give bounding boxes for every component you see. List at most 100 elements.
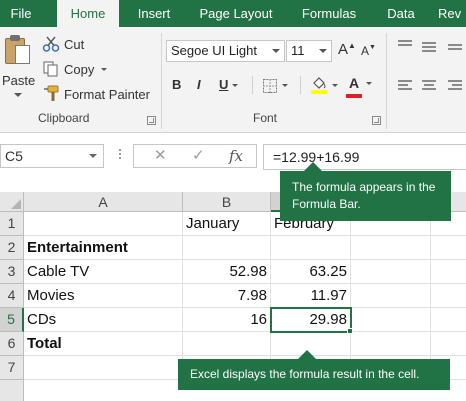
scissors-icon: [42, 36, 60, 52]
paste-icon: [3, 34, 31, 68]
cell-c4[interactable]: 11.97: [271, 284, 351, 308]
tab-page-layout[interactable]: Page Layout: [192, 0, 280, 27]
formula-bar-callout: The formula appears in the Formula Bar.: [280, 171, 451, 221]
row-header[interactable]: 2: [0, 236, 24, 260]
cell-a7[interactable]: [24, 356, 183, 380]
cell-a5[interactable]: CDs: [24, 308, 183, 332]
borders-button[interactable]: [262, 77, 288, 95]
font-color-button[interactable]: A: [346, 75, 372, 98]
cut-button[interactable]: Cut: [42, 33, 84, 55]
tab-file[interactable]: File: [0, 0, 42, 27]
row-header[interactable]: [0, 380, 24, 401]
cell-a1[interactable]: [24, 212, 183, 236]
cell-a2[interactable]: Entertainment: [24, 236, 183, 260]
ribbon-home: Paste Cut Copy Format Painter Clipboard …: [0, 27, 466, 133]
select-all-button[interactable]: [0, 192, 24, 212]
copy-button[interactable]: Copy: [42, 58, 108, 80]
grow-font-icon: A: [338, 41, 349, 58]
cell-c2[interactable]: [271, 236, 351, 260]
copy-dropdown-icon[interactable]: [101, 67, 108, 71]
chevron-down-icon: [89, 154, 97, 158]
fill-color-dropdown-icon[interactable]: [332, 83, 338, 87]
cell-d6[interactable]: [351, 332, 431, 356]
clipboard-launcher-icon[interactable]: [147, 116, 156, 125]
font-color-dropdown-icon[interactable]: [366, 82, 372, 86]
font-size-value: 11: [291, 43, 305, 58]
cell-result-callout: Excel displays the formula result in the…: [178, 359, 450, 390]
tab-review[interactable]: Rev: [438, 0, 466, 27]
underline-dropdown-icon[interactable]: [232, 84, 239, 88]
fill-color-button[interactable]: [310, 75, 338, 95]
cell-a3[interactable]: Cable TV: [24, 260, 183, 284]
formula-input[interactable]: =12.99+16.99: [263, 144, 466, 170]
cell-d2[interactable]: [351, 236, 431, 260]
toolbar-divider: [252, 76, 253, 94]
paste-dropdown-icon: [14, 93, 22, 97]
italic-button[interactable]: I: [197, 77, 201, 92]
cell-b5[interactable]: 16: [183, 308, 271, 332]
cell-e2[interactable]: [431, 236, 466, 260]
cell-b2[interactable]: [183, 236, 271, 260]
row-header[interactable]: 1: [0, 212, 24, 236]
font-name-combo[interactable]: Segoe UI Light: [166, 40, 285, 62]
copy-label: Copy: [64, 61, 95, 77]
chevron-down-icon: [272, 49, 280, 53]
fill-handle[interactable]: [347, 328, 353, 334]
column-header-a[interactable]: A: [24, 192, 183, 212]
cell-a4[interactable]: Movies: [24, 284, 183, 308]
paste-label: Paste: [2, 73, 36, 88]
underline-button[interactable]: U: [219, 77, 239, 92]
cell-a6[interactable]: Total: [24, 332, 183, 356]
row-header[interactable]: 7: [0, 356, 24, 380]
tab-formulas[interactable]: Formulas: [294, 0, 364, 27]
name-box[interactable]: C5: [0, 144, 104, 168]
cell-b1[interactable]: January: [183, 212, 271, 236]
cell-c3[interactable]: 63.25: [271, 260, 351, 284]
callout-pointer: [304, 162, 322, 171]
format-painter-label: Format Painter: [64, 86, 150, 102]
borders-icon: [263, 78, 277, 93]
cancel-icon[interactable]: ✕: [154, 146, 167, 164]
cell-b4[interactable]: 7.98: [183, 284, 271, 308]
name-box-value: C5: [5, 148, 23, 164]
grow-font-button[interactable]: A▲: [338, 41, 356, 58]
borders-dropdown-icon[interactable]: [282, 84, 288, 88]
paste-button[interactable]: Paste: [0, 27, 38, 99]
cell-b6[interactable]: [183, 332, 271, 356]
row-header[interactable]: 5: [0, 308, 24, 332]
cell-e3[interactable]: [431, 260, 466, 284]
copy-icon: [43, 61, 58, 77]
cell-e4[interactable]: [431, 284, 466, 308]
chevron-down-icon: [319, 49, 327, 53]
row-header[interactable]: 6: [0, 332, 24, 356]
font-color-swatch: [346, 94, 362, 98]
row-header[interactable]: 4: [0, 284, 24, 308]
group-divider: [386, 33, 387, 129]
tab-insert[interactable]: Insert: [128, 0, 180, 27]
cell-b3[interactable]: 52.98: [183, 260, 271, 284]
cell-e6[interactable]: [431, 332, 466, 356]
font-color-icon: A: [348, 75, 360, 91]
shrink-font-button[interactable]: A▼: [361, 44, 376, 58]
row-header[interactable]: 3: [0, 260, 24, 284]
font-launcher-icon[interactable]: [372, 116, 381, 125]
tab-data[interactable]: Data: [378, 0, 424, 27]
font-size-combo[interactable]: 11: [286, 40, 332, 62]
paint-bucket-icon: [311, 77, 327, 94]
cell-d3[interactable]: [351, 260, 431, 284]
bold-button[interactable]: B: [172, 77, 181, 92]
enter-icon[interactable]: ✓: [192, 146, 205, 164]
group-divider: [161, 33, 162, 129]
font-name-value: Segoe UI Light: [171, 43, 258, 58]
tab-home[interactable]: Home: [57, 0, 119, 27]
shrink-font-icon: A: [361, 44, 370, 58]
ribbon-tab-bar: File Home Insert Page Layout Formulas Da…: [0, 0, 466, 27]
resize-handle-icon[interactable]: [119, 147, 122, 163]
format-painter-icon: [44, 85, 59, 101]
cell-e5[interactable]: [431, 308, 466, 332]
cell-d4[interactable]: [351, 284, 431, 308]
cell-d5[interactable]: [351, 308, 431, 332]
format-painter-button[interactable]: Format Painter: [42, 83, 150, 105]
column-header-b[interactable]: B: [183, 192, 271, 212]
insert-function-icon[interactable]: fx: [229, 147, 243, 165]
